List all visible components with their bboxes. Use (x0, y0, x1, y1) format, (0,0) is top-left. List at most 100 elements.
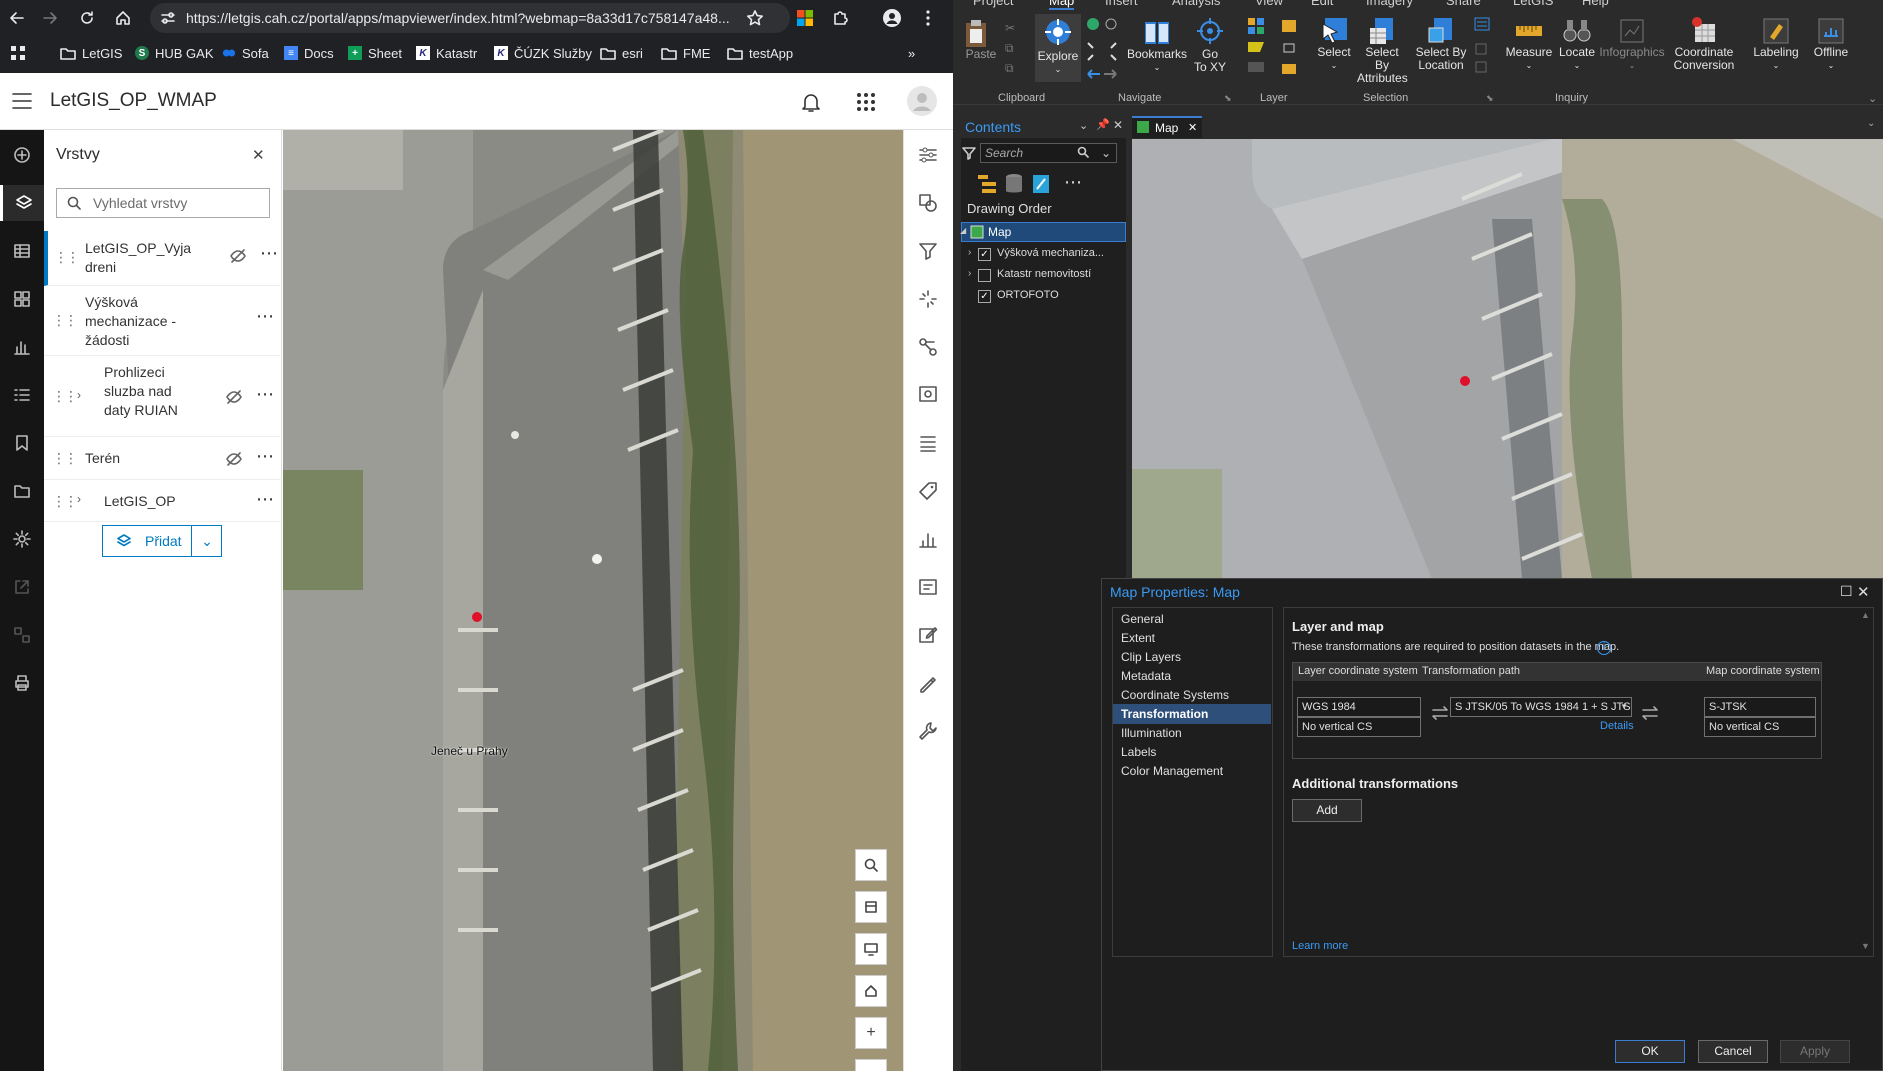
close-dialog-icon[interactable]: ✕ (1857, 583, 1870, 601)
print-icon[interactable] (0, 665, 44, 701)
screen-icon[interactable] (855, 933, 887, 965)
layer-item-vyjadreni[interactable]: ⋮⋮ LetGIS_OP_Vyja dreni ⋯ (44, 231, 282, 286)
sketch-icon[interactable] (917, 672, 941, 696)
app-launcher-icon[interactable] (856, 92, 876, 112)
coordinate-conversion-button[interactable]: Coordinate Conversion (1669, 16, 1739, 72)
drag-handle-icon[interactable]: ⋮⋮ (52, 388, 78, 405)
toc-layer-ortofoto[interactable]: ✓ ORTOFOTO (961, 287, 1126, 307)
grid-disabled-icon[interactable] (0, 617, 44, 653)
microsoft-logo-icon[interactable] (790, 3, 820, 33)
tab-map[interactable]: Map (1049, 0, 1075, 10)
scroll-down-icon[interactable]: ▼ (1861, 941, 1870, 951)
add-transformation-button[interactable]: Add (1292, 799, 1362, 822)
notifications-bell-icon[interactable] (800, 91, 822, 113)
sidebar-item-labels[interactable]: Labels (1113, 742, 1271, 762)
sidebar-item-coordinate-systems[interactable]: Coordinate Systems (1113, 685, 1271, 705)
tabs-overflow-icon[interactable]: ⌄ (1867, 118, 1875, 129)
cancel-button[interactable]: Cancel (1698, 1040, 1768, 1063)
transformation-path-dropdown[interactable]: S JTSK/05 To WGS 1984 1 + S JTSK To S...… (1450, 697, 1632, 717)
tab-view[interactable]: View (1255, 0, 1283, 8)
fields-icon[interactable] (917, 432, 941, 456)
maximize-icon[interactable]: ☐ (1840, 583, 1853, 600)
select-button[interactable]: Select ⌄ (1315, 16, 1353, 72)
visibility-off-icon[interactable] (230, 249, 246, 263)
profile-icon[interactable] (877, 3, 907, 33)
paste-button[interactable]: Paste (963, 18, 999, 61)
widgets-icon[interactable] (0, 281, 44, 317)
bookmark-hub-gak[interactable]: S HUB GAK (135, 38, 214, 68)
default-extent-home-icon[interactable] (855, 975, 887, 1007)
tab-help[interactable]: Help (1582, 0, 1609, 8)
more-options-icon[interactable]: ⋯ (260, 243, 278, 264)
sidebar-item-clip-layers[interactable]: Clip Layers (1113, 647, 1271, 667)
sidebar-item-general[interactable]: General (1113, 609, 1271, 629)
map-vcs-field[interactable]: No vertical CS (1704, 717, 1816, 737)
bookmark-esri[interactable]: esri (600, 38, 643, 68)
bookmark-docs[interactable]: ≡ Docs (284, 38, 334, 68)
pro-map-view[interactable] (1132, 139, 1883, 579)
drag-handle-icon[interactable]: ⋮⋮ (54, 249, 80, 266)
layers-icon[interactable] (0, 185, 44, 221)
tab-analysis[interactable]: Analysis (1172, 0, 1220, 8)
visibility-off-icon[interactable] (226, 452, 242, 466)
charts-config-icon[interactable] (917, 528, 941, 552)
filter-icon[interactable] (917, 240, 941, 264)
styles-icon[interactable] (917, 192, 941, 216)
tab-letgis[interactable]: LetGIS (1513, 0, 1553, 8)
expand-chevron-icon[interactable]: › (77, 388, 81, 402)
bookmark-sheet[interactable]: + Sheet (348, 38, 402, 68)
close-tab-icon[interactable]: ✕ (1188, 118, 1197, 138)
hamburger-menu-icon[interactable] (12, 92, 32, 110)
layer-item-letgis-op[interactable]: ⋮⋮ › LetGIS_OP ⋯ (44, 481, 282, 522)
apply-button[interactable]: Apply (1780, 1040, 1850, 1063)
layer-item-vyskova[interactable]: ⋮⋮ Výšková mechanizace - žádosti ⋯ (44, 287, 282, 356)
more-options-icon[interactable]: ⋯ (256, 489, 274, 510)
drag-handle-icon[interactable]: ⋮⋮ (52, 312, 78, 329)
location-point-marker[interactable] (1460, 376, 1470, 386)
bookmark-letgis[interactable]: LetGIS (60, 38, 122, 68)
charts-icon[interactable] (0, 329, 44, 365)
share-icon[interactable] (0, 569, 44, 605)
location-point-marker[interactable] (472, 612, 482, 622)
select-by-attributes-button[interactable]: Select By Attributes (1357, 16, 1408, 85)
properties-sliders-icon[interactable] (917, 144, 941, 168)
visibility-off-icon[interactable] (226, 390, 242, 404)
locate-button[interactable]: Locate ⌄ (1556, 16, 1598, 72)
collapse-triangle-icon[interactable]: ◢ (960, 226, 966, 235)
table-icon[interactable] (0, 233, 44, 269)
ok-button[interactable]: OK (1615, 1040, 1685, 1063)
expand-chevron-icon[interactable]: › (77, 492, 81, 506)
list-by-selection-icon[interactable] (1031, 173, 1051, 195)
visibility-checkbox[interactable]: ✓ (978, 248, 991, 261)
drag-handle-icon[interactable]: ⋮⋮ (52, 450, 78, 467)
tools-wrench-icon[interactable] (917, 720, 941, 744)
pane-options-icon[interactable]: ⌄ (1079, 119, 1088, 132)
layer-cs-field[interactable]: WGS 1984 (1297, 697, 1421, 717)
drag-handle-icon[interactable]: ⋮⋮ (52, 493, 78, 510)
sidebar-item-color-management[interactable]: Color Management (1113, 761, 1271, 781)
zoom-out-button[interactable]: − (855, 1059, 887, 1071)
more-bookmarks-icon[interactable]: » (908, 38, 915, 68)
collapse-ribbon-icon[interactable]: ⌄ (1868, 92, 1877, 105)
toc-layer-vyskova[interactable]: › ✓ Výšková mechaniza... (961, 245, 1126, 265)
bookmark-cuzk[interactable]: K ČÚZK Služby (494, 38, 592, 68)
more-options-icon[interactable]: ⋯ (256, 446, 274, 467)
tab-insert[interactable]: Insert (1105, 0, 1138, 8)
expand-icon[interactable]: › (968, 268, 971, 279)
analysis-icon[interactable] (917, 336, 941, 360)
browser-menu-icon[interactable] (913, 3, 943, 33)
bookmark-sofa[interactable]: Sofa (222, 38, 269, 68)
explore-button[interactable]: Explore ⌄ (1035, 14, 1081, 82)
pin-icon[interactable]: 📌 (1096, 118, 1110, 131)
layer-item-teren[interactable]: ⋮⋮ Terén ⋯ (44, 438, 282, 480)
forward-icon[interactable] (35, 3, 65, 33)
labeling-button[interactable]: Labeling ⌄ (1749, 16, 1803, 72)
offline-button[interactable]: Offline ⌄ (1807, 16, 1855, 72)
more-options-icon[interactable]: ⋯ (256, 384, 274, 405)
search-dropdown-icon[interactable]: ⌄ (1101, 144, 1111, 162)
extensions-icon[interactable] (825, 3, 855, 33)
apps-grid-icon[interactable] (10, 38, 26, 68)
address-bar[interactable]: https://letgis.cah.cz/portal/apps/mapvie… (150, 3, 790, 33)
layer-tools-icons[interactable] (1246, 16, 1306, 78)
settings-gear-icon[interactable] (0, 521, 44, 557)
